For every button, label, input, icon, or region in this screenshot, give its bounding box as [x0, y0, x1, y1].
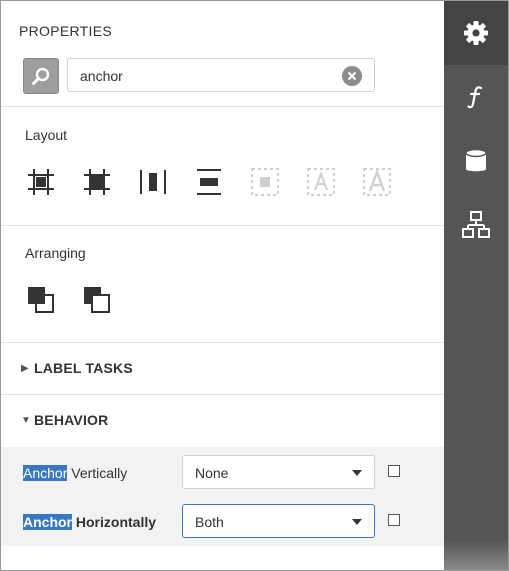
hierarchy-icon: [462, 211, 490, 238]
tab-properties[interactable]: [444, 1, 508, 65]
fit-grid-icon: [84, 169, 110, 195]
behavior-title: BEHAVIOR: [34, 412, 109, 428]
distribute-columns-button[interactable]: [137, 166, 169, 198]
fit-text-icon: [307, 168, 335, 196]
properties-panel: PROPERTIES Layout: [1, 1, 444, 570]
sidebar-scroll-fade: [444, 540, 508, 570]
close-icon: [347, 71, 357, 81]
panel-title: PROPERTIES: [19, 23, 112, 39]
behavior-group[interactable]: ▼ BEHAVIOR: [21, 412, 108, 428]
tab-expressions[interactable]: [444, 65, 508, 129]
anchor-vertically-label: Anchor Vertically: [23, 465, 128, 481]
search-input[interactable]: [80, 67, 330, 85]
anchor-horizontally-select[interactable]: Both: [182, 504, 375, 538]
layout-section-label: Layout: [25, 127, 68, 143]
tab-report-explorer[interactable]: [444, 193, 508, 257]
database-icon: [465, 148, 487, 172]
fit-bounds-button[interactable]: [249, 166, 281, 198]
search-highlight: Anchor: [23, 514, 72, 530]
fit-grid-button[interactable]: [81, 166, 113, 198]
search-highlight: Anchor: [23, 465, 68, 481]
center-grid-icon: [28, 169, 54, 195]
select-value: Both: [195, 514, 224, 530]
tab-data-source[interactable]: [444, 129, 508, 193]
anchor-vertically-expression-checkbox[interactable]: [388, 465, 400, 477]
search-button[interactable]: [23, 58, 59, 94]
distribute-columns-icon: [140, 170, 166, 194]
send-to-back-icon: [84, 287, 110, 313]
fit-bounds-icon: [251, 168, 279, 196]
anchor-vertically-select[interactable]: None: [182, 455, 375, 489]
behavior-properties: Anchor Vertically None Anchor Horizontal…: [1, 447, 444, 546]
arranging-section-label: Arranging: [25, 245, 86, 261]
send-to-back-button[interactable]: [81, 284, 113, 316]
size-to-text-icon: [363, 168, 391, 196]
divider: [1, 225, 444, 226]
center-grid-button[interactable]: [25, 166, 57, 198]
search-field: [67, 58, 375, 92]
right-sidebar: [444, 1, 508, 570]
anchor-horizontally-label: Anchor Horizontally: [23, 514, 157, 530]
caret-down-icon: ▼: [21, 414, 32, 426]
size-to-text-button[interactable]: [361, 166, 393, 198]
report-designer-window: PROPERTIES Layout: [0, 0, 509, 571]
gear-icon: [464, 21, 488, 45]
bring-to-front-icon: [28, 287, 54, 313]
divider: [1, 394, 444, 395]
bring-to-front-button[interactable]: [25, 284, 57, 316]
select-value: None: [195, 465, 229, 481]
divider: [1, 106, 444, 107]
label-tasks-group[interactable]: ▶ LABEL TASKS: [21, 360, 133, 376]
distribute-rows-button[interactable]: [193, 166, 225, 198]
anchor-horizontally-expression-checkbox[interactable]: [388, 514, 400, 526]
chevron-down-icon: [352, 470, 362, 476]
caret-right-icon: ▶: [21, 362, 29, 374]
search-icon: [32, 67, 50, 85]
chevron-down-icon: [352, 519, 362, 525]
divider: [1, 342, 444, 343]
function-icon: [467, 86, 483, 109]
fit-text-button[interactable]: [305, 166, 337, 198]
distribute-rows-icon: [197, 169, 221, 195]
clear-search-button[interactable]: [342, 66, 362, 86]
label-tasks-title: LABEL TASKS: [34, 360, 133, 376]
